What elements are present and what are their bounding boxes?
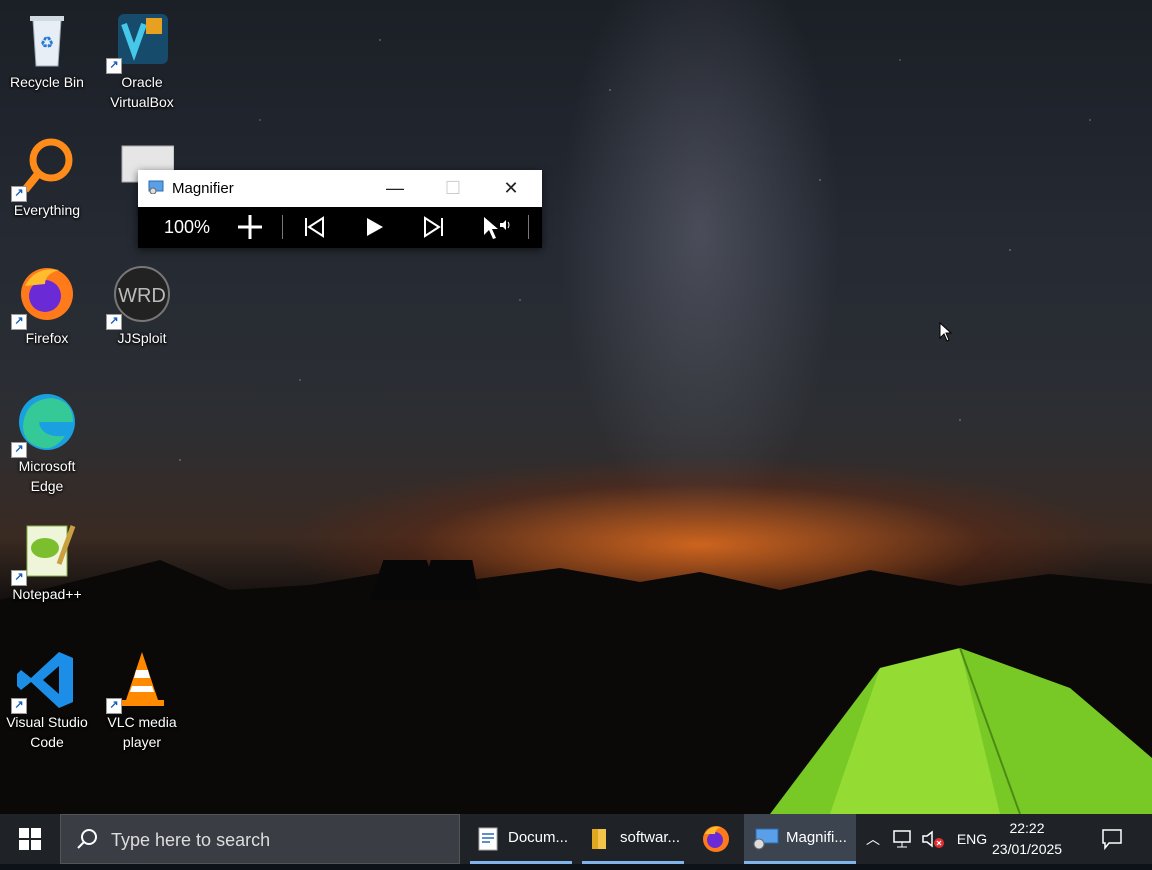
search-box[interactable]: Type here to search xyxy=(60,814,460,864)
shortcut-arrow-icon: ↗ xyxy=(106,314,122,330)
desktop-icon-label: Recycle Bin xyxy=(10,74,84,90)
shortcut-arrow-icon: ↗ xyxy=(106,58,122,74)
recycle-bin-icon: ♻ xyxy=(15,8,79,72)
notifications-button[interactable] xyxy=(1092,814,1132,864)
taskbar-app-firefox[interactable] xyxy=(692,814,740,864)
virtualbox-icon: ↗ xyxy=(106,8,174,74)
magnifier-icon xyxy=(148,180,164,194)
magnifier-title-bar[interactable]: Magnifier — ☐ ✕ xyxy=(138,170,542,207)
folder-icon xyxy=(592,829,606,849)
previous-button[interactable] xyxy=(296,207,332,248)
desktop-icon-label: Oracle VirtualBox xyxy=(110,74,174,110)
minimize-button[interactable]: — xyxy=(366,170,424,207)
firefox-icon: ↗ xyxy=(11,264,79,330)
desktop-icon-label: Visual Studio Code xyxy=(6,714,88,750)
show-hidden-icons-button[interactable]: ︿ xyxy=(862,814,884,864)
firefox-icon xyxy=(703,826,729,852)
input-language-button[interactable]: ENG xyxy=(952,814,992,864)
desktop-icon-label: Microsoft Edge xyxy=(18,458,76,494)
svg-text:♻: ♻ xyxy=(40,35,54,52)
maximize-button[interactable]: ☐ xyxy=(424,170,482,207)
shortcut-arrow-icon: ↗ xyxy=(11,698,27,714)
start-button[interactable] xyxy=(0,814,60,864)
jjsploit-icon: WRD ↗ xyxy=(106,264,174,330)
desktop-icon-label: Everything xyxy=(13,202,81,218)
chevron-up-icon: ︿ xyxy=(866,831,880,847)
zoom-level[interactable]: 100% xyxy=(156,207,218,248)
taskbar: Type here to search Docum... softwar... … xyxy=(0,814,1152,864)
taskbar-app-document[interactable]: Docum... xyxy=(470,814,572,864)
desktop-icon-virtualbox[interactable]: ↗ Oracle VirtualBox xyxy=(96,8,188,112)
plus-icon xyxy=(238,215,262,239)
toolbar-divider xyxy=(282,215,283,239)
desktop-icon-notepadpp[interactable]: ↗ Notepad++ xyxy=(1,520,93,604)
desktop-icon-edge[interactable]: ↗ Microsoft Edge xyxy=(1,392,93,496)
document-icon xyxy=(478,827,498,851)
desktop-icon-firefox[interactable]: ↗ Firefox xyxy=(1,264,93,348)
taskbar-app-folder[interactable]: softwar... xyxy=(582,814,684,864)
vlc-icon: ↗ xyxy=(106,648,174,714)
desktop-icon-label: JJSploit xyxy=(117,330,167,346)
read-from-cursor-button[interactable] xyxy=(476,207,516,248)
next-button[interactable] xyxy=(416,207,452,248)
network-button[interactable] xyxy=(890,814,916,864)
shortcut-arrow-icon: ↗ xyxy=(11,314,27,330)
everything-search-icon: ↗ xyxy=(11,136,79,202)
skip-forward-icon xyxy=(424,216,443,238)
taskbar-app-magnifier[interactable]: Magnifi... xyxy=(744,814,856,864)
desktop-icon-label: Firefox xyxy=(25,330,69,346)
search-placeholder: Type here to search xyxy=(111,830,271,850)
play-icon xyxy=(367,218,383,236)
play-button[interactable] xyxy=(356,207,392,248)
shortcut-arrow-icon: ↗ xyxy=(11,186,27,202)
taskbar-app-label: Magnifi... xyxy=(786,829,847,846)
shortcut-arrow-icon: ↗ xyxy=(11,570,27,586)
taskbar-app-label: Docum... xyxy=(508,829,569,846)
desktop-icon-label: VLC media player xyxy=(107,714,177,750)
magnifier-toolbar: 100% xyxy=(138,207,542,248)
clock-time: 22:22 xyxy=(1009,820,1045,836)
shortcut-arrow-icon: ↗ xyxy=(106,698,122,714)
network-icon xyxy=(893,830,911,848)
cursor-speaker-icon xyxy=(484,217,510,239)
skip-back-icon xyxy=(305,216,324,238)
close-icon: ✕ xyxy=(503,178,519,198)
volume-button[interactable] xyxy=(920,814,946,864)
volume-muted-icon xyxy=(922,830,944,848)
notepadpp-icon: ↗ xyxy=(11,520,79,586)
desktop-icon-vscode[interactable]: ↗ Visual Studio Code xyxy=(1,648,93,752)
desktop-icon-jjsploit[interactable]: WRD ↗ JJSploit xyxy=(96,264,188,348)
desktop-icon-vlc[interactable]: ↗ VLC media player xyxy=(96,648,188,752)
notification-icon xyxy=(1102,829,1122,851)
zoom-in-button[interactable] xyxy=(230,207,270,248)
close-button[interactable]: ✕ xyxy=(482,170,540,207)
windows-logo-icon xyxy=(19,828,41,850)
desktop-icon-everything[interactable]: ↗ Everything xyxy=(1,136,93,220)
magnifier-icon xyxy=(753,828,779,850)
taskbar-app-label: softwar... xyxy=(620,829,681,846)
vscode-icon: ↗ xyxy=(11,648,79,714)
svg-text:WRD: WRD xyxy=(118,285,166,307)
toolbar-divider xyxy=(528,215,529,239)
edge-icon: ↗ xyxy=(11,392,79,458)
maximize-icon: ☐ xyxy=(444,178,462,198)
tent-illustration xyxy=(770,648,1152,814)
magnifier-title: Magnifier xyxy=(172,180,234,197)
clock[interactable]: 22:22 23/01/2025 xyxy=(992,818,1062,860)
desktop[interactable]: ♻ Recycle Bin ↗ Oracle VirtualBox ↗ Ever… xyxy=(0,0,1152,814)
desktop-icon-recycle-bin[interactable]: ♻ Recycle Bin xyxy=(1,8,93,92)
shortcut-arrow-icon: ↗ xyxy=(11,442,27,458)
mouse-cursor-icon xyxy=(939,322,953,342)
clock-date: 23/01/2025 xyxy=(992,841,1063,857)
desktop-icon-label: Notepad++ xyxy=(12,586,82,602)
minimize-icon: — xyxy=(386,178,404,198)
magnifier-window[interactable]: Magnifier — ☐ ✕ 100% xyxy=(138,170,542,248)
search-icon xyxy=(77,829,97,849)
